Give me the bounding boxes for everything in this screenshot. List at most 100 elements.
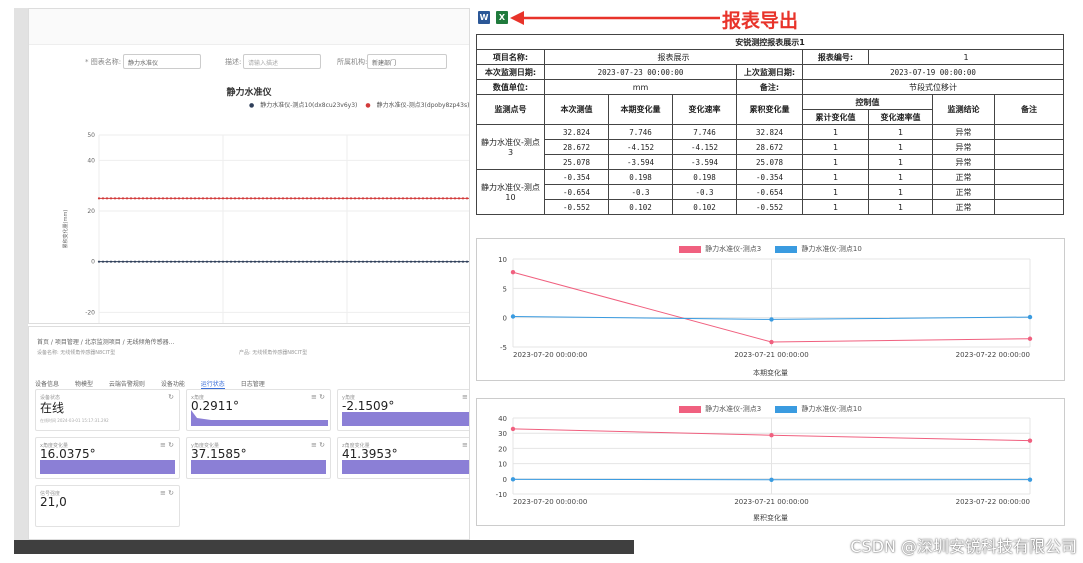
y-tick-label: 40 [498,415,507,423]
table-cell: -4.152 [672,139,737,155]
data-point [309,197,313,200]
data-point[interactable] [769,477,774,482]
refresh-icon[interactable]: ≡ ↻ [462,393,469,401]
tab-info[interactable]: 设备信息 [35,381,59,388]
tab-function[interactable]: 设备功能 [161,381,185,388]
shadow [14,8,28,554]
device-panel: 首页 / 项目管理 / 北京监测项目 / 无线倾角传感器... 设备名称: 无线… [28,326,470,540]
table-cell: 0.102 [672,199,737,215]
y-tick-label: 0 [503,315,507,323]
data-point [133,260,137,263]
breadcrumb-item[interactable]: 北京监测项目 [85,339,121,346]
table-cell: -0.3 [672,184,737,200]
table-cell: 异常 [932,124,995,140]
refresh-icon[interactable]: ≡ ↻ [462,441,469,449]
data-point [341,197,345,200]
data-point [281,260,285,263]
data-point [265,197,269,200]
data-point [441,260,445,263]
data-point [253,260,257,263]
col-accum: 累积变化量 [736,94,803,125]
card-value: 41.3953° [342,447,398,461]
table-cell: 正常 [932,199,995,215]
table-cell: 28.672 [544,139,609,155]
data-point[interactable] [510,426,516,432]
data-point[interactable] [1027,336,1033,341]
data-point [433,260,437,263]
breadcrumb-item[interactable]: 项目管理 [55,339,79,346]
data-point [197,260,201,263]
data-point[interactable] [510,314,516,319]
excel-export-icon[interactable]: X [496,11,508,24]
data-point [437,260,441,263]
data-point [325,260,329,263]
tab-model[interactable]: 物模型 [75,381,93,388]
level-chart: 累积变化量(mm) 50 40 20 0 -20 [62,132,469,323]
data-point [129,197,133,200]
data-point[interactable] [769,433,774,438]
data-point[interactable] [1027,477,1033,482]
table-cell: 1 [802,139,869,155]
data-point [433,197,437,200]
data-point [113,197,117,200]
data-point [257,197,261,200]
data-point [129,260,133,263]
data-point [453,260,457,263]
data-point [449,197,453,200]
refresh-icon[interactable]: ≡ ↻ [311,393,325,401]
data-point [217,197,221,200]
data-point[interactable] [769,339,774,345]
table-cell: -0.654 [544,184,609,200]
breadcrumb-item[interactable]: 无线倾角传感器... [127,339,175,346]
data-point [229,260,233,263]
data-point[interactable] [510,477,516,482]
data-point[interactable] [769,317,774,322]
card-value: 37.1585° [191,447,247,461]
metric-card: z角度变化量 41.3953° ≡ ↻ [337,437,469,479]
table-cell: 1 [802,199,869,215]
data-point [125,260,129,263]
table-cell: 25.078 [736,154,803,170]
data-point [297,197,301,200]
breadcrumb-item[interactable]: 首页 [37,339,49,346]
data-point [109,197,113,200]
data-point [257,260,261,263]
x-tick-label: 2023-07-22 00:00:00 [956,351,1030,359]
data-point [177,197,181,200]
y-tick-label: -5 [500,344,507,352]
refresh-icon[interactable]: ≡ ↻ [160,441,174,449]
data-point [253,197,257,200]
data-point [417,197,421,200]
data-point [381,197,385,200]
data-point [353,260,357,263]
table-cell: 1 [868,154,933,170]
data-point [401,197,405,200]
tab-log[interactable]: 日志管理 [241,381,265,388]
y-tick-label: 0 [91,259,95,266]
data-point[interactable] [510,270,516,275]
tab-alarm[interactable]: 云端告警规则 [109,381,145,388]
table-cell: -3.594 [608,154,673,170]
data-point[interactable] [1027,438,1033,443]
device-name: 设备名称: 无线倾角传感器N8CIT型 [37,350,116,356]
data-point [185,197,189,200]
refresh-icon[interactable]: ≡ ↻ [311,441,325,449]
data-point [249,197,253,200]
data-point [273,260,277,263]
chart-caption: 本期变化量 [753,369,788,377]
table-cell: -0.654 [736,184,803,200]
report-table: 安锐测控报表展示1 项目名称: 报表展示 报表编号: 1 本次监测日期: 202… [475,34,1065,215]
word-export-icon[interactable]: W [478,11,490,24]
refresh-icon[interactable]: ↻ [168,393,174,401]
table-cell: 1 [868,169,933,185]
table-cell: 1 [802,124,869,140]
data-point [385,197,389,200]
table-row: 28.672 -4.152 -4.152 28.672 1 1 异常 [477,139,1065,155]
data-point [117,260,121,263]
data-point [237,260,241,263]
table-cell [993,169,1065,185]
tab-status[interactable]: 运行状态 [200,381,225,389]
refresh-icon[interactable]: ≡ ↻ [160,489,174,497]
data-point[interactable] [1027,314,1033,320]
table-cell: 1 [868,199,933,215]
